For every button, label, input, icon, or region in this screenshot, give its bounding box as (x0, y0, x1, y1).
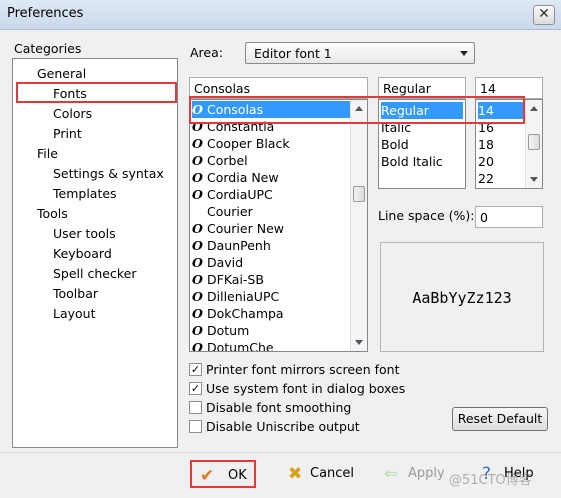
style-list-item[interactable]: Bold Italic (381, 153, 443, 170)
fonts-highlight-box (16, 82, 177, 103)
style-list-item[interactable]: Bold (381, 136, 409, 153)
opentype-font-icon: O (192, 221, 203, 236)
tree-item-colors[interactable]: Colors (53, 105, 92, 123)
tree-item-spell-checker[interactable]: Spell checker (53, 265, 136, 283)
scroll-down-icon[interactable] (530, 177, 538, 182)
apply-arrow-icon: ⇐ (384, 464, 399, 484)
opentype-font-icon: O (192, 255, 203, 270)
opentype-font-icon: O (192, 170, 203, 185)
font-list-item[interactable]: O Cordia New (192, 169, 279, 186)
checkmark-icon: ✓ (189, 382, 202, 395)
chevron-down-icon (460, 51, 468, 56)
preview-text: AaBbYyZz123 (412, 289, 512, 307)
selection-highlight-box (189, 96, 525, 124)
font-style-value: Regular (383, 81, 431, 96)
categories-label: Categories (14, 41, 82, 56)
font-list-item[interactable]: O Corbel (192, 152, 248, 169)
close-icon: ✕ (538, 6, 550, 22)
font-preview: AaBbYyZz123 (380, 242, 544, 352)
size-list-item[interactable]: 18 (478, 136, 494, 153)
tree-item-general[interactable]: General (37, 65, 86, 83)
tree-item-tools[interactable]: Tools (37, 205, 68, 223)
opentype-font-icon: O (192, 323, 203, 338)
font-list-item[interactable]: O DilleniaUPC (192, 288, 279, 305)
opentype-font-icon: O (192, 306, 203, 321)
area-label: Area: (190, 45, 223, 60)
tree-item-toolbar[interactable]: Toolbar (53, 285, 98, 303)
font-list-item[interactable]: O DFKai-SB (192, 271, 264, 288)
font-size-value: 14 (480, 81, 496, 96)
area-select[interactable]: Editor font 1 (245, 42, 475, 64)
line-space-value: 0 (480, 210, 488, 225)
apply-button[interactable]: ⇐ Apply (376, 460, 446, 488)
opentype-font-icon: O (192, 289, 203, 304)
font-list-item[interactable]: O Cooper Black (192, 135, 290, 152)
opentype-font-icon: O (192, 187, 203, 202)
categories-tree[interactable]: General Fonts Colors Print File Settings… (12, 58, 178, 448)
font-list-scrollbar[interactable] (350, 100, 367, 351)
tree-item-templates[interactable]: Templates (53, 185, 117, 203)
window-title: Preferences (7, 6, 84, 21)
title-bar: Preferences ✕ (0, 0, 561, 30)
reset-default-button[interactable]: Reset Default (452, 407, 548, 431)
scroll-thumb[interactable] (528, 134, 540, 150)
line-space-field[interactable]: 0 (475, 206, 543, 228)
checkmark-icon: ✓ (189, 363, 202, 376)
opentype-font-icon: O (192, 153, 203, 168)
scroll-down-icon[interactable] (355, 340, 363, 345)
font-list-item[interactable]: O Courier New (192, 220, 284, 237)
size-list-item[interactable]: 20 (478, 153, 494, 170)
checkmark-icon: ✔ (200, 466, 215, 486)
watermark-text: @51CTO博客 (449, 473, 532, 488)
font-list-item[interactable]: O DotumChe (192, 339, 274, 352)
cancel-button[interactable]: ✖ Cancel (280, 460, 360, 488)
tree-item-print[interactable]: Print (53, 125, 82, 143)
close-button[interactable]: ✕ (533, 5, 555, 25)
ok-button[interactable]: ✔ OK (190, 460, 256, 488)
font-list-item[interactable]: Courier (192, 203, 253, 220)
tree-item-keyboard[interactable]: Keyboard (53, 245, 112, 263)
tree-item-user-tools[interactable]: User tools (53, 225, 116, 243)
opentype-font-icon: O (192, 340, 203, 352)
font-list-item[interactable]: O DaunPenh (192, 237, 271, 254)
font-list-item[interactable]: O Dotum (192, 322, 249, 339)
size-list-scrollbar[interactable] (525, 100, 542, 188)
line-space-label: Line space (%): (378, 208, 475, 223)
opentype-font-icon: O (192, 272, 203, 287)
font-list[interactable]: O Consolas O Constantia O Cooper Black O Cor… (189, 99, 368, 352)
cancel-x-icon: ✖ (288, 464, 303, 484)
font-list-item[interactable]: O DokChampa (192, 305, 284, 322)
opentype-font-icon: O (192, 238, 203, 253)
opentype-font-icon: O (192, 136, 203, 151)
footer-divider (0, 452, 561, 453)
area-select-value: Editor font 1 (254, 46, 332, 61)
font-list-item[interactable]: O David (192, 254, 243, 271)
size-list-item[interactable]: 22 (478, 170, 494, 187)
tree-item-settings-syntax[interactable]: Settings & syntax (53, 165, 164, 183)
tree-item-layout[interactable]: Layout (53, 305, 96, 323)
font-list-item[interactable]: O CordiaUPC (192, 186, 273, 203)
scroll-thumb[interactable] (353, 186, 365, 202)
tree-item-file[interactable]: File (37, 145, 58, 163)
scroll-up-icon[interactable] (530, 106, 538, 111)
font-name-value: Consolas (194, 81, 251, 96)
